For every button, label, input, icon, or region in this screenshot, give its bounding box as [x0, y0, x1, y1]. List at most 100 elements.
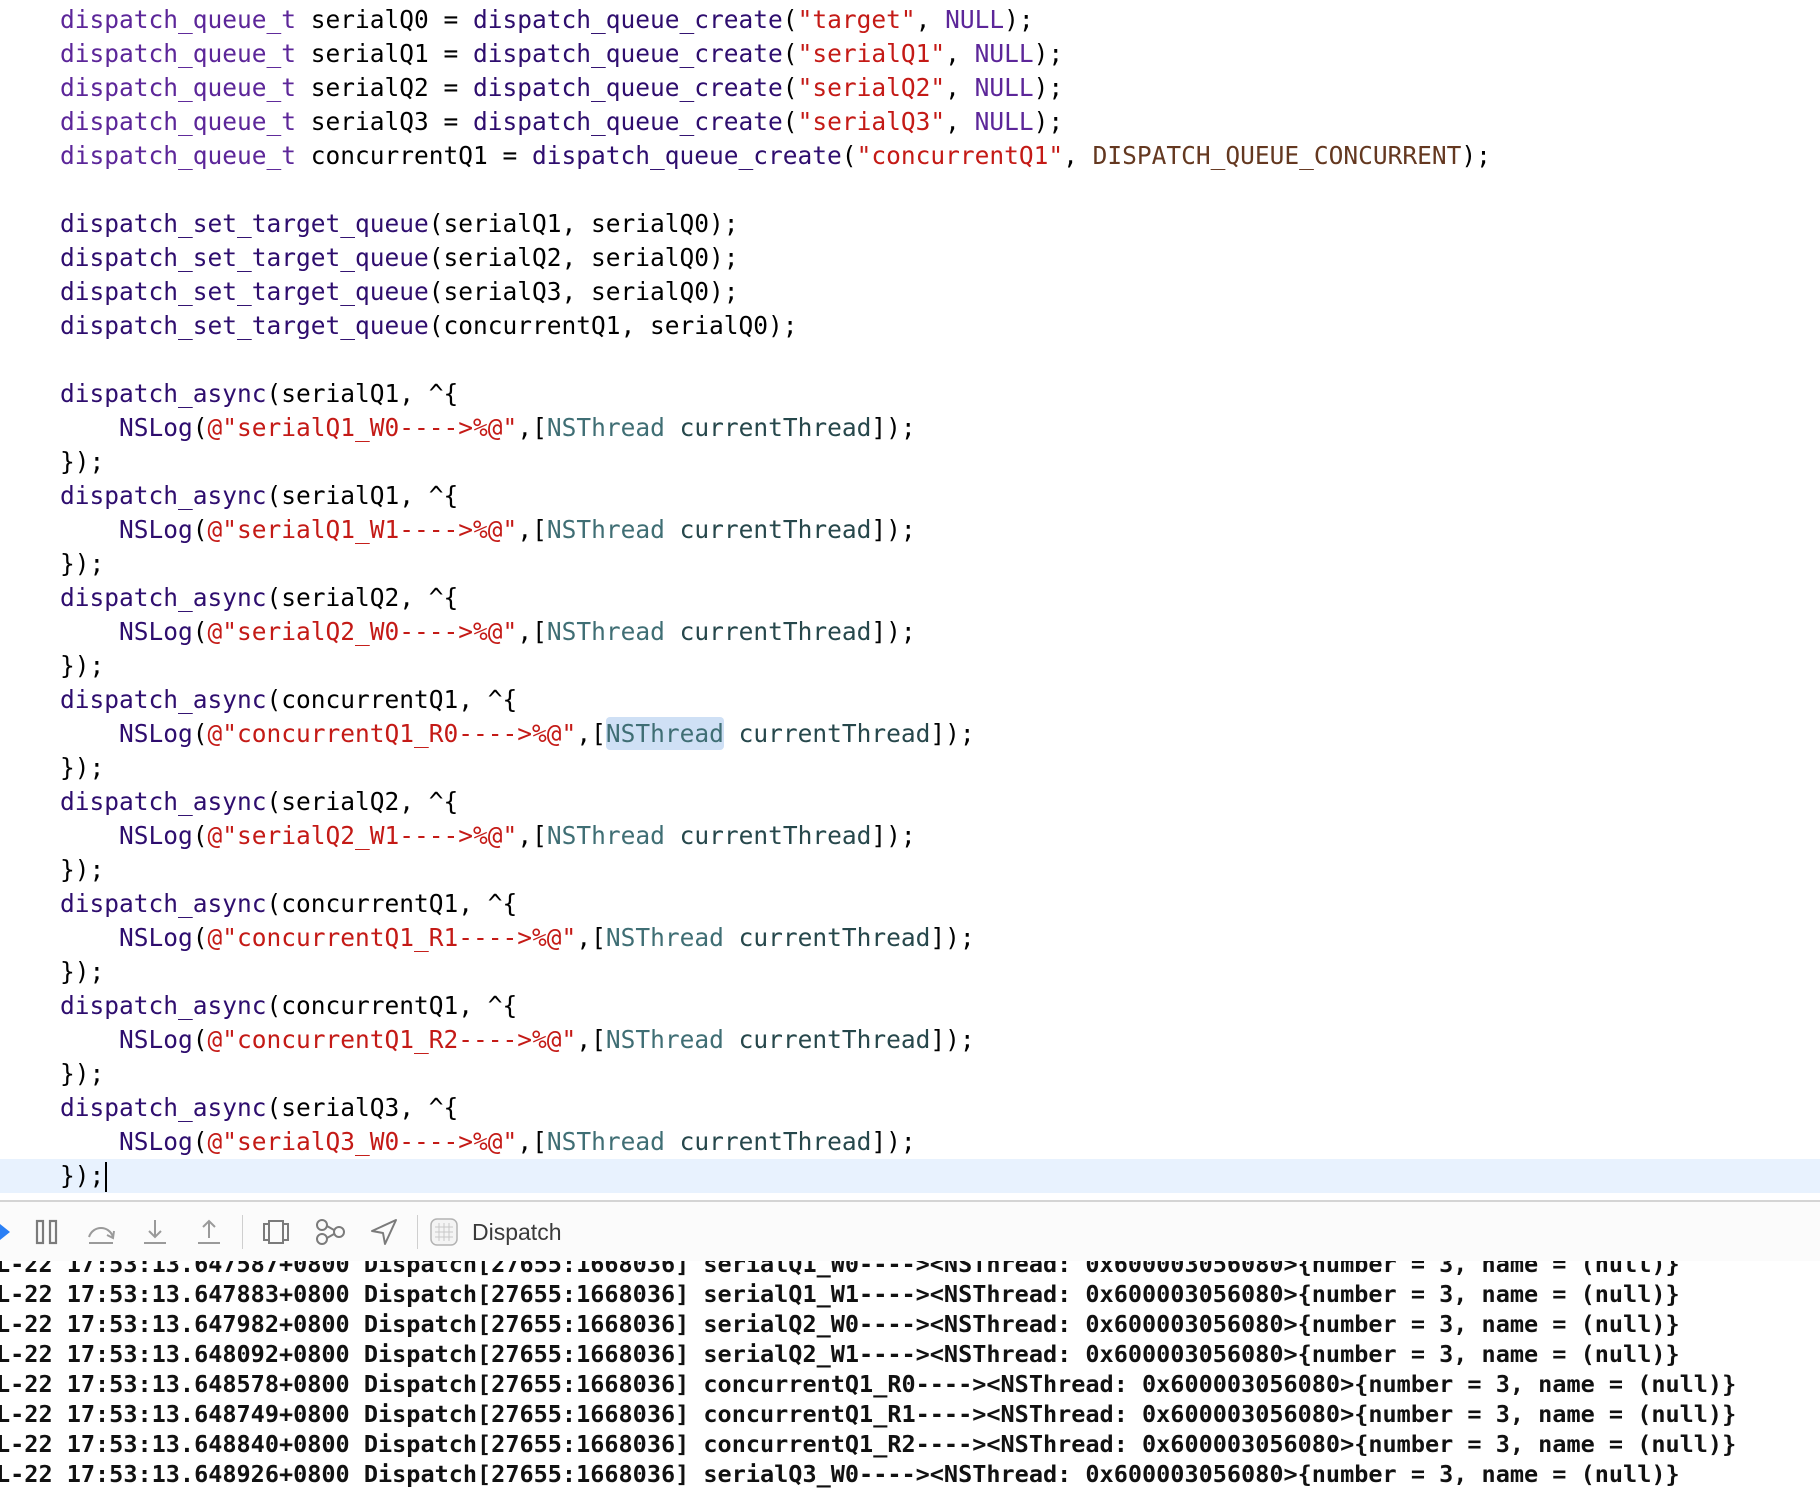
- code-token: });: [60, 753, 105, 782]
- code-token: concurrentQ1 =: [296, 141, 533, 170]
- code-token: currentThread: [738, 719, 931, 748]
- code-token: @"serialQ1_W1---->%@": [207, 515, 518, 544]
- code-token: NULL: [974, 39, 1034, 68]
- code-token: NSThread: [546, 515, 665, 544]
- step-out-icon[interactable]: [182, 1202, 236, 1262]
- code-token: @"serialQ3_W0---->%@": [207, 1127, 518, 1156]
- code-token: (: [841, 141, 857, 170]
- location-icon[interactable]: [357, 1202, 411, 1262]
- code-token: dispatch_queue_t: [60, 73, 297, 102]
- code-token: currentThread: [738, 1025, 931, 1054]
- code-line: dispatch_async(serialQ2, ^{: [0, 785, 1820, 819]
- code-token: "concurrentQ1": [856, 141, 1064, 170]
- step-into-icon[interactable]: [128, 1202, 182, 1262]
- code-line: dispatch_async(concurrentQ1, ^{: [0, 683, 1820, 717]
- code-line: dispatch_async(serialQ1, ^{: [0, 377, 1820, 411]
- code-line: NSLog(@"serialQ2_W1---->%@",[NSThread cu…: [0, 819, 1820, 853]
- code-line: NSLog(@"serialQ2_W0---->%@",[NSThread cu…: [0, 615, 1820, 649]
- code-token: currentThread: [679, 413, 872, 442]
- code-token: (serialQ2, ^{: [266, 787, 459, 816]
- continue-icon[interactable]: [0, 1202, 20, 1262]
- code-line: NSLog(@"serialQ3_W0---->%@",[NSThread cu…: [0, 1125, 1820, 1159]
- code-token: (serialQ2, serialQ0);: [428, 243, 739, 272]
- code-token: serialQ2 =: [296, 73, 474, 102]
- code-token: ,[: [517, 821, 547, 850]
- code-line: dispatch_queue_t serialQ2 = dispatch_que…: [0, 71, 1820, 105]
- code-token: (: [192, 617, 208, 646]
- code-token: });: [60, 1161, 105, 1190]
- code-line: NSLog(@"concurrentQ1_R2---->%@",[NSThrea…: [0, 1023, 1820, 1057]
- pause-icon[interactable]: [20, 1202, 74, 1262]
- code-line: });: [0, 955, 1820, 989]
- code-line: });: [0, 1057, 1820, 1091]
- code-token: NULL: [974, 73, 1034, 102]
- code-token: @"concurrentQ1_R2---->%@": [207, 1025, 577, 1054]
- step-over-icon[interactable]: [74, 1202, 128, 1262]
- app-icon: [424, 1202, 464, 1262]
- code-token: dispatch_async: [60, 991, 267, 1020]
- console-log-line: L-22 17:53:13.647883+0800 Dispatch[27655…: [0, 1280, 1680, 1308]
- text-cursor: [105, 1162, 108, 1192]
- memory-graph-icon[interactable]: [303, 1202, 357, 1262]
- code-line: dispatch_set_target_queue(concurrentQ1, …: [0, 309, 1820, 343]
- code-token: NSThread: [546, 617, 665, 646]
- code-line: NSLog(@"serialQ1_W1---->%@",[NSThread cu…: [0, 513, 1820, 547]
- code-token: (: [192, 821, 208, 850]
- debug-console-output[interactable]: L-22 17:53:13.647587+0800 Dispatch[27655…: [0, 1261, 1820, 1500]
- code-token: dispatch_queue_create: [473, 39, 783, 68]
- code-token: ,[: [517, 617, 547, 646]
- code-token: );: [1004, 5, 1034, 34]
- debug-toolbar: Dispatch: [0, 1200, 1820, 1263]
- code-line: dispatch_set_target_queue(serialQ1, seri…: [0, 207, 1820, 241]
- code-token: ,: [1063, 141, 1093, 170]
- code-token: dispatch_async: [60, 481, 267, 510]
- code-token: ,[: [517, 515, 547, 544]
- code-token: currentThread: [679, 821, 872, 850]
- code-token: ]);: [871, 617, 916, 646]
- process-name-label[interactable]: Dispatch: [472, 1219, 561, 1246]
- code-line: });: [0, 547, 1820, 581]
- code-token: NSThread: [546, 821, 665, 850]
- code-token: (: [782, 107, 798, 136]
- code-token: ,[: [517, 413, 547, 442]
- code-token: (serialQ2, ^{: [266, 583, 459, 612]
- code-token: (: [192, 1025, 208, 1054]
- source-code-editor[interactable]: dispatch_queue_t serialQ0 = dispatch_que…: [0, 0, 1820, 1200]
- view-hierarchy-icon[interactable]: [249, 1202, 303, 1262]
- code-token: });: [60, 549, 105, 578]
- console-log-line: L-22 17:53:13.648749+0800 Dispatch[27655…: [0, 1400, 1737, 1428]
- code-token: ,: [945, 107, 975, 136]
- code-line: dispatch_queue_t serialQ0 = dispatch_que…: [0, 3, 1820, 37]
- code-token: dispatch_set_target_queue: [60, 277, 429, 306]
- code-token: dispatch_async: [60, 787, 267, 816]
- code-token: );: [1033, 73, 1064, 102]
- code-token: dispatch_queue_create: [473, 107, 783, 136]
- console-log-line: L-22 17:53:13.647982+0800 Dispatch[27655…: [0, 1310, 1680, 1338]
- console-log-line: L-22 17:53:13.648092+0800 Dispatch[27655…: [0, 1340, 1680, 1368]
- code-token: );: [1033, 39, 1064, 68]
- code-token: dispatch_queue_t: [60, 5, 297, 34]
- code-token: dispatch_set_target_queue: [60, 209, 429, 238]
- code-token: NULL: [974, 107, 1034, 136]
- console-log-line: L-22 17:53:13.648926+0800 Dispatch[27655…: [0, 1460, 1680, 1488]
- code-line: dispatch_async(serialQ3, ^{: [0, 1091, 1820, 1125]
- code-token: (: [782, 5, 798, 34]
- code-token: dispatch_async: [60, 379, 267, 408]
- code-token: ]);: [871, 515, 916, 544]
- code-token: "serialQ2": [797, 73, 946, 102]
- code-token: dispatch_queue_create: [532, 141, 842, 170]
- code-token: dispatch_set_target_queue: [60, 243, 429, 272]
- code-token: currentThread: [679, 515, 872, 544]
- code-token: ]);: [871, 1127, 916, 1156]
- code-token: dispatch_async: [60, 685, 267, 714]
- toolbar-divider: [242, 1215, 243, 1249]
- console-log-line: L-22 17:53:13.647587+0800 Dispatch[27655…: [0, 1261, 1680, 1278]
- code-line: });: [0, 853, 1820, 887]
- code-token: @"serialQ2_W0---->%@": [207, 617, 518, 646]
